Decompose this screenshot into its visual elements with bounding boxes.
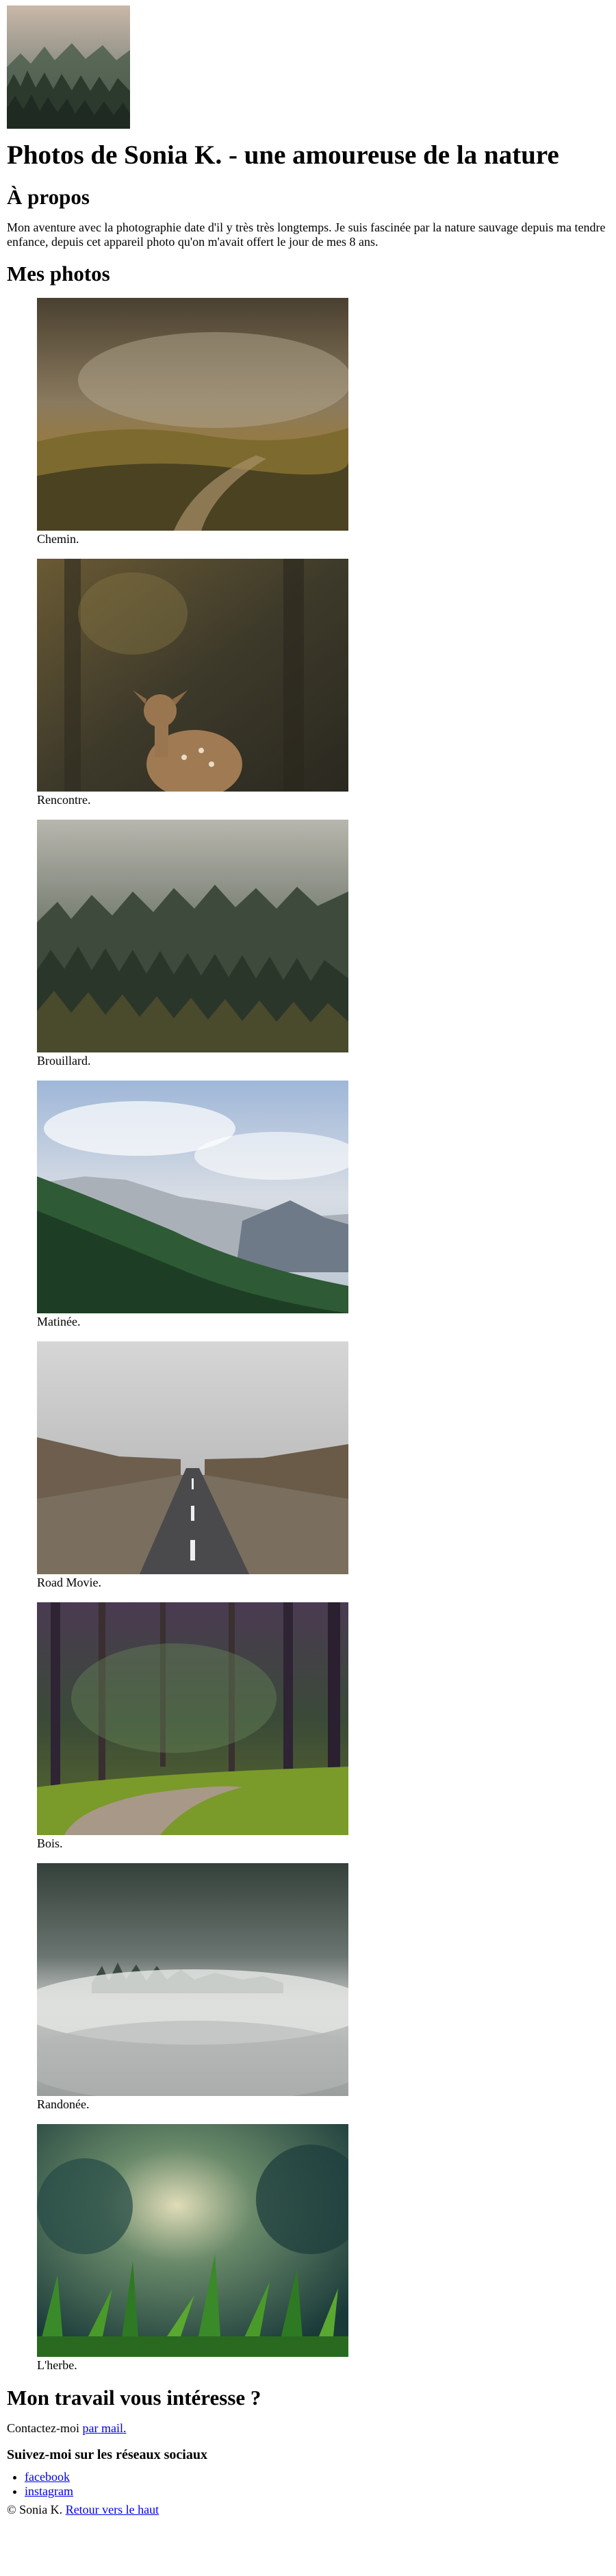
deer-photo — [37, 558, 348, 792]
page: Photos de Sonia K. - une amoureuse de la… — [0, 0, 616, 2523]
back-to-top-link[interactable]: Retour vers le haut — [66, 2503, 159, 2516]
mist-photo — [37, 1862, 348, 2096]
about-text: Mon aventure avec la photographie date d… — [7, 220, 606, 249]
photo-caption: L'herbe. — [37, 2358, 77, 2372]
photo-figure: Chemin. — [37, 297, 609, 546]
logo-image — [7, 5, 130, 129]
photo-caption: Bois. — [37, 1836, 63, 1850]
facebook-link[interactable]: facebook — [25, 2470, 70, 2484]
contact-label: Contactez-moi — [7, 2421, 83, 2435]
list-item: instagram — [25, 2484, 609, 2499]
photo-figure: Bois. — [37, 1602, 609, 1851]
contact-heading: Mon travail vous intéresse ? — [7, 2385, 261, 2410]
photo-caption: Road Movie. — [37, 1575, 101, 1589]
photo-caption: Rencontre. — [37, 792, 91, 807]
road-photo — [37, 1341, 348, 1574]
photo-caption: Randonée. — [37, 2097, 90, 2111]
grass-photo — [37, 2123, 348, 2357]
photo-caption: Matinée. — [37, 1314, 81, 1328]
copyright-text: © Sonia K. — [7, 2503, 66, 2517]
gallery-heading: Mes photos — [7, 262, 110, 286]
photo-caption: Brouillard. — [37, 1053, 91, 1068]
mountain-morning-photo — [37, 1080, 348, 1313]
contact-text: Contactez-moi par mail. — [7, 2421, 609, 2436]
social-links: facebook instagram — [7, 2470, 609, 2499]
photo-figure: Rencontre. — [37, 558, 609, 807]
instagram-link[interactable]: instagram — [25, 2484, 73, 2498]
photo-figure: L'herbe. — [37, 2123, 609, 2373]
footer: © Sonia K. Retour vers le haut — [7, 2503, 609, 2517]
mail-link[interactable]: par mail. — [82, 2421, 126, 2435]
photo-figure: Matinée. — [37, 1080, 609, 1329]
photo-gallery: Chemin. Rencontre. Brouillard. Matinée. … — [37, 297, 609, 2373]
list-item: facebook — [25, 2470, 609, 2484]
page-title: Photos de Sonia K. - une amoureuse de la… — [7, 140, 559, 170]
photo-figure: Brouillard. — [37, 819, 609, 1068]
social-heading: Suivez-moi sur les réseaux sociaux — [7, 2447, 207, 2463]
photo-caption: Chemin. — [37, 531, 79, 546]
foggy-forest-photo — [37, 819, 348, 1052]
woods-path-photo — [37, 1602, 348, 1835]
photo-figure: Randonée. — [37, 1862, 609, 2112]
about-heading: À propos — [7, 184, 90, 209]
hill-path-photo — [37, 297, 348, 531]
photo-figure: Road Movie. — [37, 1341, 609, 1590]
